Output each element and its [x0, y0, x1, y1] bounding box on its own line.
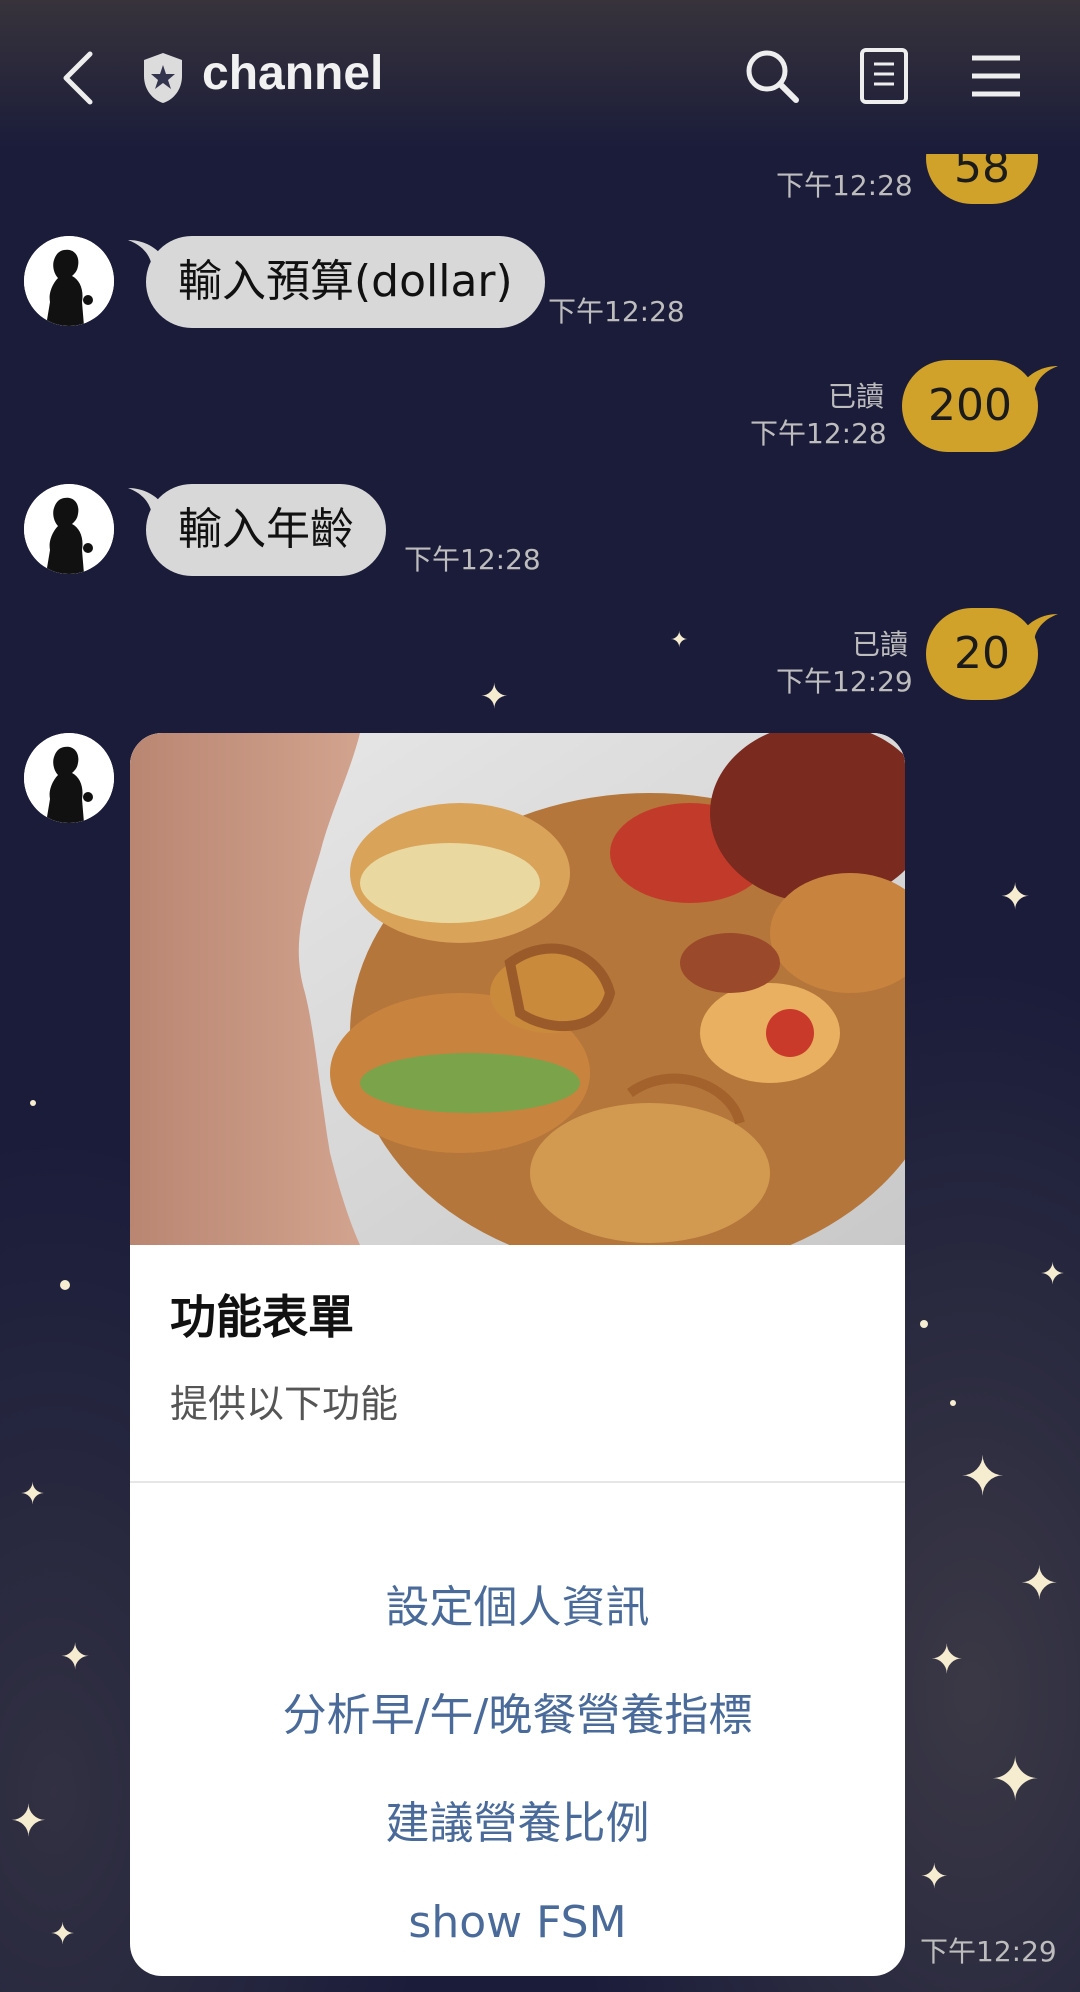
- card-title: 功能表單: [170, 1290, 354, 1344]
- search-icon[interactable]: [740, 44, 804, 108]
- read-receipt: 已讀: [851, 628, 908, 661]
- chat-title: channel: [202, 47, 384, 100]
- action-suggest-nutrition-ratio[interactable]: 建議營養比例: [130, 1787, 905, 1851]
- notes-icon[interactable]: [852, 44, 916, 108]
- message-time: 下午12:28: [776, 169, 913, 202]
- bot-avatar[interactable]: [24, 484, 114, 574]
- message-time: 下午12:28: [548, 295, 685, 328]
- action-set-personal-info[interactable]: 設定個人資訊: [130, 1571, 905, 1635]
- silhouette-avatar-icon: [24, 236, 114, 326]
- message-time: 下午12:28: [404, 543, 541, 576]
- action-analyze-meal-nutrition[interactable]: 分析早/午/晚餐營養指標: [130, 1679, 905, 1743]
- incoming-message-bubble[interactable]: 輸入預算(dollar): [146, 236, 545, 328]
- silhouette-avatar-icon: [24, 484, 114, 574]
- read-receipt: 已讀: [827, 380, 884, 413]
- bubble-tail: [1018, 366, 1058, 392]
- bot-avatar[interactable]: [24, 733, 114, 823]
- bubble-tail: [128, 488, 168, 514]
- hero-food-image[interactable]: [130, 733, 905, 1245]
- bubble-tail: [1018, 614, 1058, 640]
- action-show-fsm[interactable]: show FSM: [130, 1897, 905, 1948]
- bot-avatar[interactable]: [24, 236, 114, 326]
- silhouette-avatar-icon: [24, 733, 114, 823]
- menu-icon[interactable]: [964, 44, 1028, 108]
- message-time: 下午12:29: [920, 1935, 1057, 1968]
- template-card: 功能表單 提供以下功能 設定個人資訊 分析早/午/晚餐營養指標 建議營養比例 s…: [130, 733, 905, 1976]
- message-time: 下午12:29: [776, 665, 913, 698]
- message-time: 下午12:28: [750, 417, 887, 450]
- incoming-message-bubble[interactable]: 輸入年齡: [146, 484, 386, 576]
- card-subtitle: 提供以下功能: [170, 1382, 399, 1426]
- shield-icon: [144, 53, 182, 103]
- top-bar-overlay: channel: [0, 0, 1080, 150]
- bubble-tail: [128, 240, 168, 266]
- card-divider: [130, 1481, 905, 1483]
- back-arrow-icon[interactable]: [56, 48, 106, 108]
